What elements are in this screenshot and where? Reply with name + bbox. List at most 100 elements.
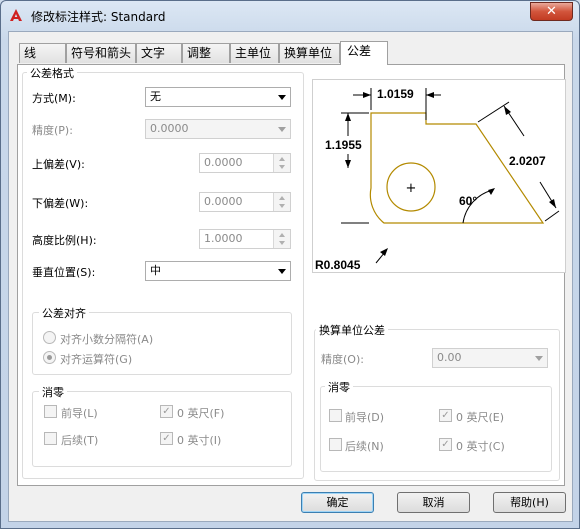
lower-value-spinner[interactable]: 0.0000 bbox=[199, 192, 291, 212]
spinner-buttons[interactable] bbox=[273, 230, 290, 248]
precision-dropdown[interactable]: 0.0000 bbox=[145, 119, 291, 139]
height-scale-label: 高度比例(H): bbox=[32, 234, 97, 247]
precision-value: 0.0000 bbox=[150, 122, 189, 135]
alt-zero-inches-checkbox[interactable]: ✓ bbox=[439, 438, 452, 451]
arrowhead bbox=[426, 92, 434, 98]
upper-value: 0.0000 bbox=[204, 156, 243, 169]
tab-lines[interactable]: 线 bbox=[19, 43, 66, 63]
spin-down-icon bbox=[279, 241, 285, 245]
trailing-checkbox[interactable] bbox=[44, 432, 57, 445]
vertical-position-value: 中 bbox=[150, 264, 161, 277]
align-operator-label: 对齐运算符(G) bbox=[60, 353, 133, 366]
angle-text: 60° bbox=[459, 194, 477, 208]
checkmark-icon: ✓ bbox=[162, 406, 171, 417]
spin-down-icon bbox=[279, 204, 285, 208]
spinner-buttons[interactable] bbox=[273, 154, 290, 172]
alt-leading-label: 前导(D) bbox=[345, 411, 385, 424]
arrowhead bbox=[504, 106, 511, 115]
dim-top-text: 1.0159 bbox=[377, 87, 414, 101]
upper-value-label: 上偏差(V): bbox=[32, 158, 85, 171]
tolerance-format-title: 公差格式 bbox=[27, 65, 77, 81]
align-decimal-label: 对齐小数分隔符(A) bbox=[60, 333, 154, 346]
chevron-down-icon bbox=[535, 356, 543, 361]
tab-text[interactable]: 文字 bbox=[136, 43, 182, 63]
chevron-down-icon bbox=[278, 95, 286, 100]
checkmark-icon: ✓ bbox=[162, 433, 171, 444]
arrowhead bbox=[380, 248, 388, 256]
alt-precision-label: 精度(O): bbox=[321, 353, 364, 366]
zero-suppression-group bbox=[32, 391, 292, 467]
arrowhead bbox=[549, 199, 556, 208]
spin-down-icon bbox=[279, 165, 285, 169]
tab-label: 线 bbox=[24, 46, 37, 60]
method-value: 无 bbox=[150, 90, 161, 103]
alt-zero-feet-checkbox[interactable]: ✓ bbox=[439, 409, 452, 422]
height-scale-value: 1.0000 bbox=[204, 232, 243, 245]
alt-unit-tolerance-title: 换算单位公差 bbox=[316, 322, 388, 338]
zero-suppression-title: 消零 bbox=[39, 384, 67, 400]
trailing-label: 后续(T) bbox=[61, 434, 99, 447]
help-button[interactable]: 帮助(H) bbox=[493, 492, 566, 513]
close-icon: ✕ bbox=[546, 4, 557, 19]
dialog-window: 修改标注样式: Standard ✕ 线 符号和箭头 文字 调整 主单位 换算单… bbox=[0, 0, 580, 529]
alt-trailing-checkbox[interactable] bbox=[329, 438, 342, 451]
tab-fit[interactable]: 调整 bbox=[182, 43, 230, 63]
height-scale-spinner[interactable]: 1.0000 bbox=[199, 229, 291, 249]
dim-left-text: 1.1955 bbox=[325, 138, 362, 152]
spinner-buttons[interactable] bbox=[273, 193, 290, 211]
tab-label: 文字 bbox=[141, 46, 166, 60]
lower-value: 0.0000 bbox=[204, 195, 243, 208]
alt-zero-feet-label: 0 英尺(E) bbox=[456, 411, 505, 424]
close-button[interactable]: ✕ bbox=[530, 2, 573, 21]
leading-label: 前导(L) bbox=[61, 407, 98, 420]
precision-label: 精度(P): bbox=[32, 124, 73, 137]
alt-trailing-label: 后续(N) bbox=[345, 440, 384, 453]
tab-label: 换算单位 bbox=[284, 46, 333, 60]
tab-symbols-arrows[interactable]: 符号和箭头 bbox=[66, 43, 136, 63]
alt-precision-dropdown[interactable]: 0.00 bbox=[432, 348, 548, 368]
vertical-position-dropdown[interactable]: 中 bbox=[145, 261, 291, 281]
method-dropdown[interactable]: 无 bbox=[145, 87, 291, 107]
title-bar[interactable]: 修改标注样式: Standard ✕ bbox=[1, 1, 579, 31]
lower-value-label: 下偏差(W): bbox=[32, 197, 89, 210]
tab-label: 符号和箭头 bbox=[71, 46, 132, 60]
extension-line bbox=[477, 101, 510, 123]
chevron-down-icon bbox=[278, 269, 286, 274]
alt-zero-inches-label: 0 英寸(C) bbox=[456, 440, 505, 453]
align-operator-radio[interactable] bbox=[43, 351, 56, 364]
extension-line bbox=[544, 210, 560, 222]
alt-zero-suppression-group bbox=[320, 386, 552, 472]
zero-feet-checkbox[interactable]: ✓ bbox=[160, 405, 173, 418]
leading-checkbox[interactable] bbox=[44, 405, 57, 418]
dimension-preview: + 1.0159 1.1955 2.0207 60° R0.8045 bbox=[312, 79, 566, 273]
tab-label: 主单位 bbox=[235, 46, 272, 60]
spin-up-icon bbox=[279, 233, 285, 237]
tab-alternate-units[interactable]: 换算单位 bbox=[279, 43, 340, 63]
spin-up-icon bbox=[279, 196, 285, 200]
method-label: 方式(M): bbox=[32, 92, 76, 105]
window-title: 修改标注样式: Standard bbox=[31, 10, 166, 24]
cancel-button[interactable]: 取消 bbox=[397, 492, 470, 513]
alt-zero-suppression-title: 消零 bbox=[325, 379, 353, 395]
alt-leading-checkbox[interactable] bbox=[329, 409, 342, 422]
spin-up-icon bbox=[279, 157, 285, 161]
align-decimal-radio[interactable] bbox=[43, 331, 56, 344]
tab-primary-units[interactable]: 主单位 bbox=[230, 43, 279, 63]
arrowhead bbox=[363, 92, 371, 98]
checkmark-icon: ✓ bbox=[441, 439, 450, 450]
dialog-client-area: 线 符号和箭头 文字 调整 主单位 换算单位 公差 公差格式 方式(M): 无 … bbox=[8, 31, 573, 522]
tab-tolerances[interactable]: 公差 bbox=[340, 41, 388, 65]
ok-button[interactable]: 确定 bbox=[301, 492, 374, 513]
preview-drawing: + 1.0159 1.1955 2.0207 60° R0.8045 bbox=[315, 87, 560, 272]
upper-value-spinner[interactable]: 0.0000 bbox=[199, 153, 291, 173]
alt-precision-value: 0.00 bbox=[437, 351, 462, 364]
zero-feet-label: 0 英尺(F) bbox=[177, 407, 225, 420]
dim-right-text: 2.0207 bbox=[509, 154, 546, 168]
vertical-position-label: 垂直位置(S): bbox=[32, 266, 96, 279]
tab-label: 公差 bbox=[347, 44, 372, 58]
autocad-app-icon bbox=[10, 9, 22, 21]
tolerance-alignment-title: 公差对齐 bbox=[39, 305, 89, 321]
zero-inches-checkbox[interactable]: ✓ bbox=[160, 432, 173, 445]
arrowhead bbox=[488, 188, 495, 195]
center-mark: + bbox=[406, 181, 417, 196]
